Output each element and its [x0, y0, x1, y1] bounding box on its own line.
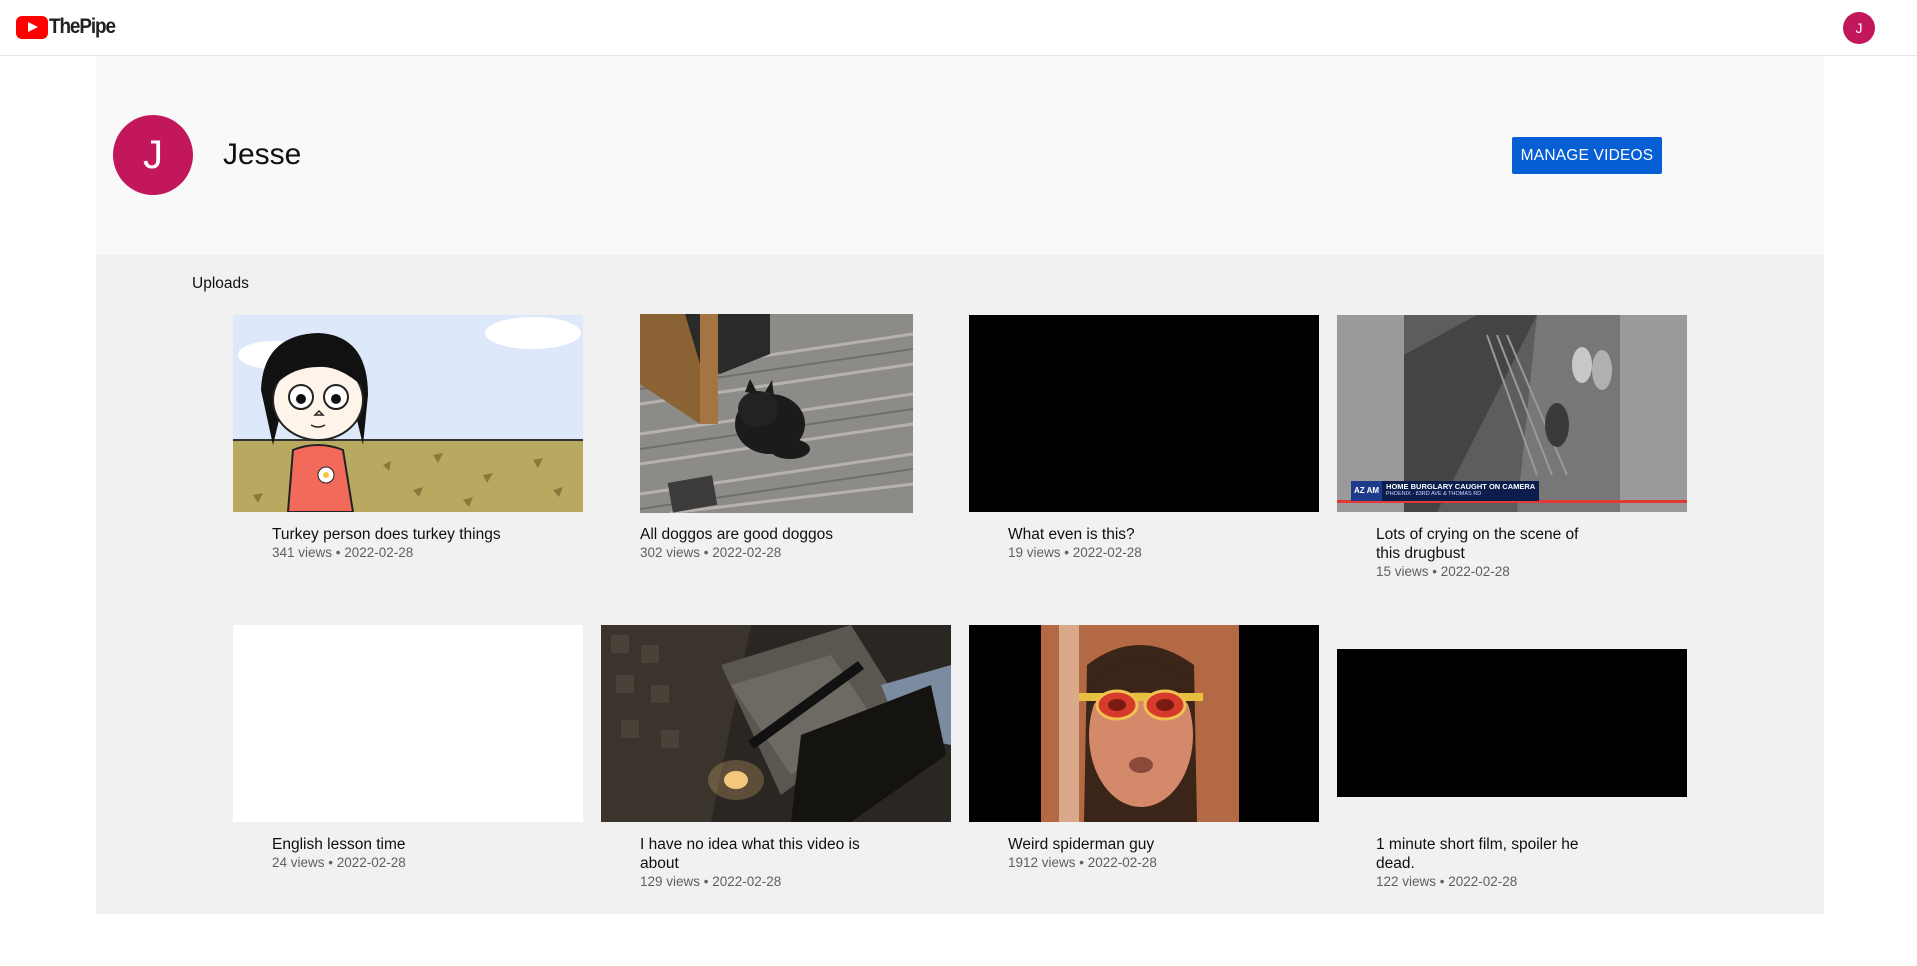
- video-thumbnail-3[interactable]: AZ AM HOME BURGLARY CAUGHT ON CAMERA PHO…: [1337, 315, 1687, 512]
- video-title-1[interactable]: All doggos are good doggos: [640, 525, 870, 544]
- account-avatar[interactable]: J: [1843, 12, 1875, 44]
- dog-thumbnail-image: [640, 314, 913, 513]
- news-badge: AZ AM: [1351, 481, 1383, 501]
- channel-avatar: J: [113, 115, 193, 195]
- video-meta-2: 19 views • 2022-02-28: [1008, 545, 1142, 560]
- video-title-2[interactable]: What even is this?: [1008, 525, 1238, 544]
- app-name: ThePipe: [49, 15, 116, 38]
- channel-header: J Jesse MANAGE VIDEOS: [96, 56, 1824, 255]
- video-title-5[interactable]: I have no idea what this video is about: [640, 835, 870, 873]
- video-title-6[interactable]: Weird spiderman guy: [1008, 835, 1238, 854]
- play-logo-icon: [16, 15, 48, 39]
- news-banner: AZ AM HOME BURGLARY CAUGHT ON CAMERA PHO…: [1351, 481, 1540, 501]
- video-thumbnail-0[interactable]: [233, 315, 583, 512]
- video-meta-0: 341 views • 2022-02-28: [272, 545, 414, 560]
- video-thumbnail-6[interactable]: [969, 625, 1319, 822]
- studio-thumbnail-image: [601, 625, 951, 822]
- channel-name: Jesse: [223, 138, 302, 171]
- uploads-heading: Uploads: [192, 275, 249, 292]
- video-thumbnail-5[interactable]: [601, 625, 951, 822]
- app-logo[interactable]: ThePipe: [16, 15, 122, 39]
- news-subline: PHOENIX - 83RD AVE & THOMAS RD: [1386, 491, 1482, 497]
- video-title-7[interactable]: 1 minute short film, spoiler he dead.: [1376, 835, 1591, 873]
- video-meta-4: 24 views • 2022-02-28: [272, 855, 406, 870]
- video-thumbnail-4[interactable]: [233, 625, 583, 822]
- video-title-4[interactable]: English lesson time: [272, 835, 502, 854]
- video-title-3[interactable]: Lots of crying on the scene of this drug…: [1376, 525, 1591, 563]
- video-meta-5: 129 views • 2022-02-28: [640, 874, 782, 889]
- top-bar: ThePipe J: [0, 0, 1917, 56]
- video-meta-1: 302 views • 2022-02-28: [640, 545, 782, 560]
- cartoon-thumbnail-image: [233, 315, 583, 512]
- manage-videos-button[interactable]: MANAGE VIDEOS: [1512, 137, 1662, 174]
- uploads-section: Uploads Turkey person does turkey things…: [96, 255, 1824, 914]
- video-thumbnail-1[interactable]: [640, 314, 913, 513]
- video-meta-6: 1912 views • 2022-02-28: [1008, 855, 1157, 870]
- news-text: HOME BURGLARY CAUGHT ON CAMERA PHOENIX -…: [1382, 481, 1540, 501]
- video-thumbnail-2[interactable]: [969, 315, 1319, 512]
- video-thumbnail-7[interactable]: [1337, 649, 1687, 797]
- video-meta-3: 15 views • 2022-02-28: [1376, 564, 1510, 579]
- goggles-thumbnail-image: [1041, 625, 1239, 822]
- news-headline: HOME BURGLARY CAUGHT ON CAMERA: [1386, 482, 1536, 491]
- video-meta-7: 122 views • 2022-02-28: [1376, 874, 1518, 889]
- video-title-0[interactable]: Turkey person does turkey things: [272, 525, 502, 544]
